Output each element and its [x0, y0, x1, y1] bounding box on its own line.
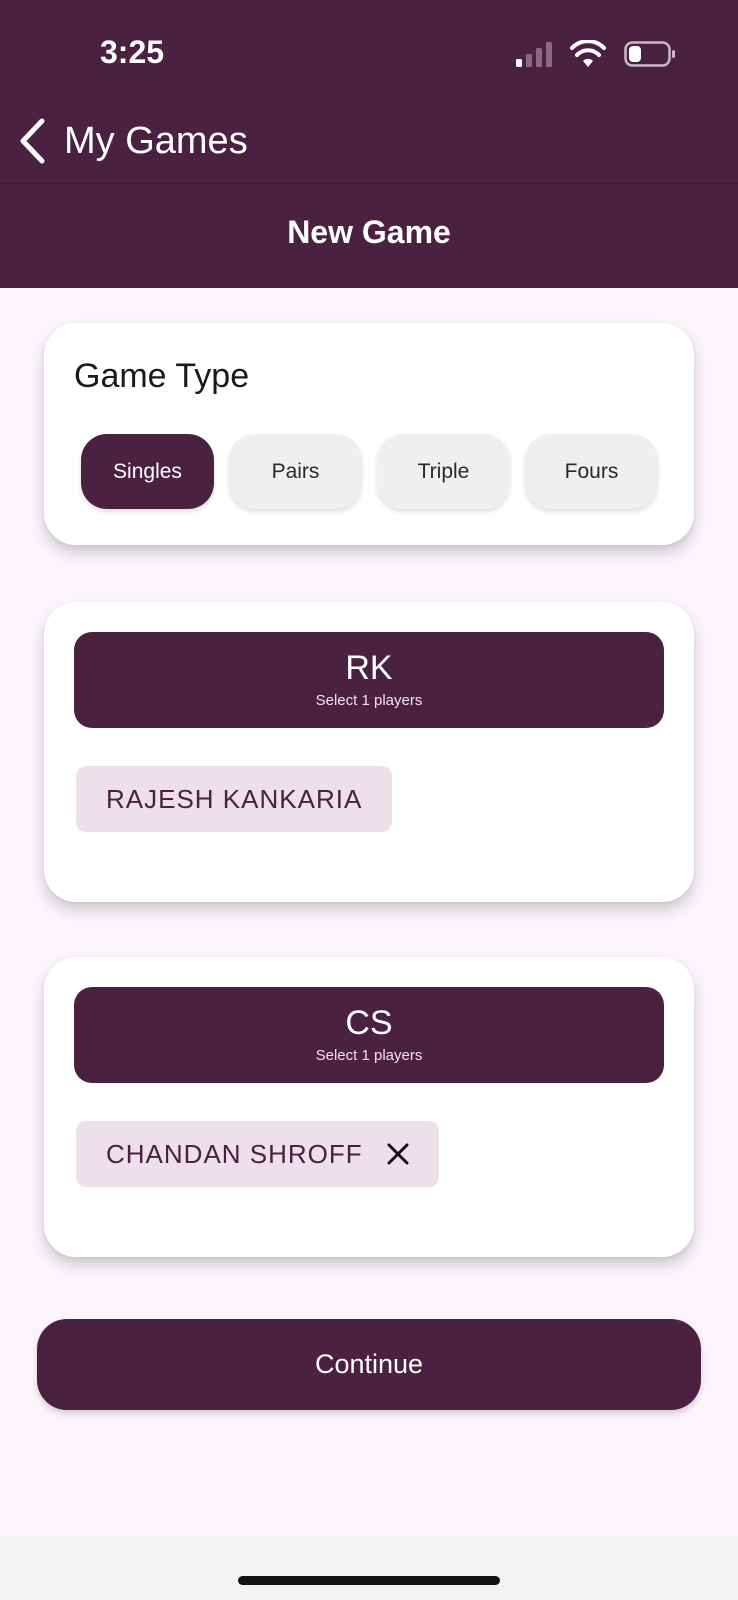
cellular-signal-icon — [516, 42, 552, 67]
header-divider — [0, 183, 738, 184]
game-type-card: Game Type Singles Pairs Triple Fours — [44, 323, 694, 545]
player-name: RAJESH KANKARIA — [106, 783, 363, 814]
team-header-rk[interactable]: RK Select 1 players — [74, 632, 664, 728]
team-card-cs: CS Select 1 players CHANDAN SHROFF — [44, 957, 694, 1257]
team-abbr: RK — [345, 649, 393, 687]
home-indicator[interactable] — [238, 1576, 500, 1585]
player-chip-chandan-shroff[interactable]: CHANDAN SHROFF — [76, 1121, 439, 1187]
game-type-singles[interactable]: Singles — [81, 434, 214, 509]
battery-icon — [624, 41, 675, 67]
page-title: New Game — [287, 214, 451, 250]
team-subtitle: Select 1 players — [315, 692, 423, 709]
close-icon — [387, 1143, 409, 1165]
new-game-screen: 3:25 My Games New Game Game Type Singles… — [0, 0, 738, 1600]
game-type-triple[interactable]: Triple — [377, 434, 510, 509]
status-icons — [514, 40, 676, 68]
player-chip-rajesh-kankaria[interactable]: RAJESH KANKARIA — [76, 766, 393, 832]
team-card-rk: RK Select 1 players RAJESH KANKARIA — [44, 602, 694, 902]
nav-bar: My Games — [0, 100, 738, 182]
team-header-cs[interactable]: CS Select 1 players — [74, 987, 664, 1083]
status-time: 3:25 — [100, 34, 165, 70]
player-name: CHANDAN SHROFF — [106, 1138, 363, 1169]
game-type-fours[interactable]: Fours — [525, 434, 658, 509]
wifi-icon — [570, 40, 606, 67]
game-type-options: Singles Pairs Triple Fours — [81, 434, 658, 509]
chevron-left-icon — [20, 118, 45, 164]
continue-button[interactable]: Continue — [37, 1319, 701, 1410]
team-abbr: CS — [345, 1004, 393, 1042]
home-indicator-area — [0, 1536, 738, 1600]
team-subtitle: Select 1 players — [315, 1047, 423, 1064]
game-type-pairs[interactable]: Pairs — [229, 434, 362, 509]
app-header: 3:25 My Games New Game — [0, 0, 738, 288]
game-type-heading: Game Type — [74, 357, 250, 395]
remove-player-button[interactable] — [387, 1143, 409, 1165]
back-button[interactable]: My Games — [18, 118, 248, 164]
back-label: My Games — [64, 119, 248, 162]
